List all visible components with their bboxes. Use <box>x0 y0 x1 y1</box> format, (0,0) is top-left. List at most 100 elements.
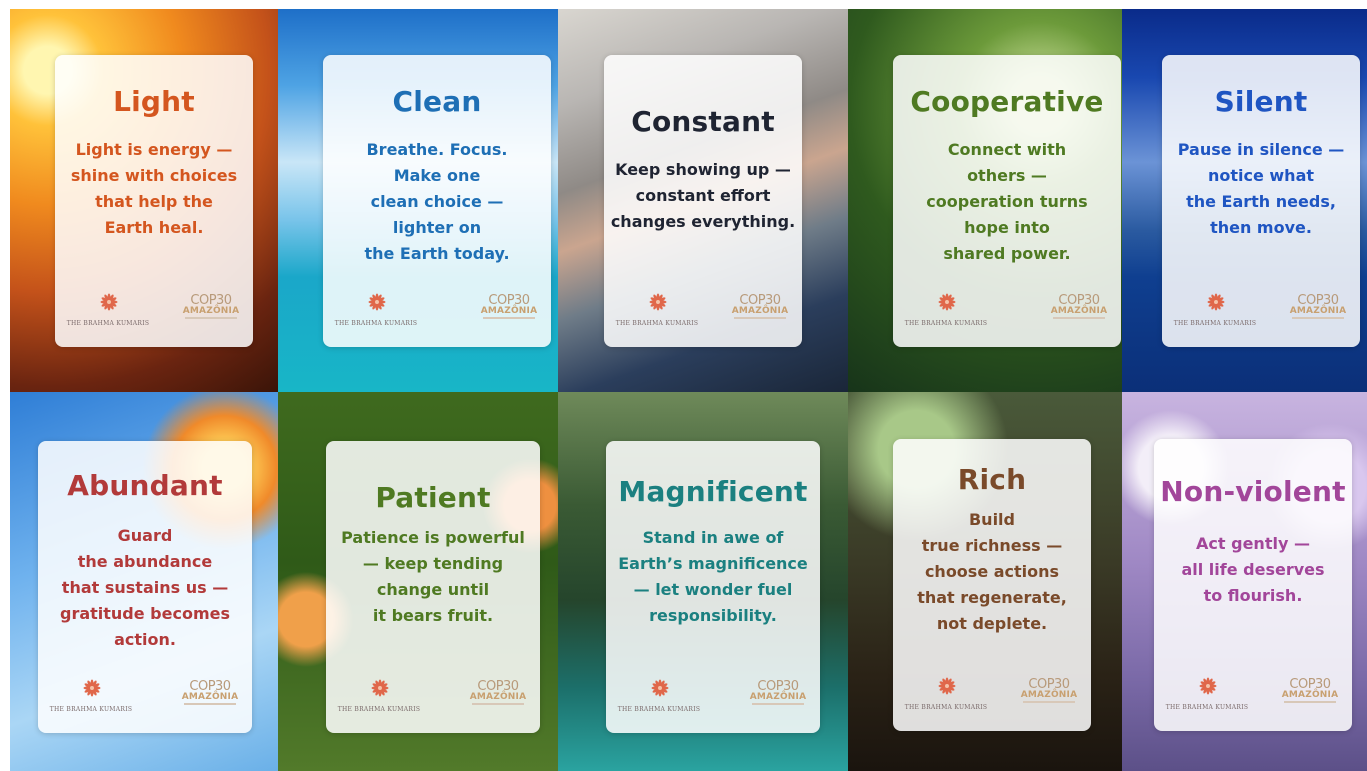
brahma-kumaris-text: THE BRAHMA KUMARIS <box>904 704 988 711</box>
value-card: Clean Breathe. Focus. Make one clean choice… <box>323 55 551 347</box>
cop30-logo: COP30 AMAZÔNIA <box>1049 293 1109 323</box>
value-card: Non-violent Act gently — all life deserves… <box>1154 439 1352 731</box>
cop30-underline <box>184 703 236 705</box>
value-card: Light Light is energy — shine with choices… <box>55 55 253 347</box>
value-card: Rich Build true richness — choose actions th… <box>893 439 1091 731</box>
cop30-logo: COP30 AMAZÔNIA <box>1288 293 1348 323</box>
card-title: Light <box>113 85 195 118</box>
brahma-kumaris-logo: THE BRAHMA KUMARIS <box>1164 677 1250 711</box>
cop30-logo: COP30 AMAZÔNIA <box>181 293 241 323</box>
message-line: Pause in silence — <box>1177 140 1345 159</box>
message-line: changes everything. <box>610 212 796 231</box>
message-line: true richness — <box>921 536 1063 555</box>
cop30-underline <box>1023 701 1075 703</box>
brahma-kumaris-logo: THE BRAHMA KUMARIS <box>614 293 700 327</box>
cop30-underline <box>1284 701 1336 703</box>
message-line: it bears fruit. <box>372 606 494 625</box>
card-title: Cooperative <box>910 85 1104 118</box>
card-footer: THE BRAHMA KUMARIS COP30 AMAZÔNIA <box>326 679 540 713</box>
card-message: Act gently — all life deserves to flourish… <box>1154 531 1352 609</box>
brahma-kumaris-text: THE BRAHMA KUMARIS <box>1173 320 1257 327</box>
message-line: that help the <box>95 192 213 211</box>
lotus-flower-icon <box>368 293 386 311</box>
amazonia-text: AMAZÔNIA <box>1281 690 1339 700</box>
card-message: Stand in awe of Earth’s magnificence — let… <box>606 525 820 629</box>
cop30-logo: COP30 AMAZÔNIA <box>1019 677 1079 707</box>
lotus-flower-icon <box>938 293 956 311</box>
message-line: notice what <box>1207 166 1315 185</box>
brahma-kumaris-text: THE BRAHMA KUMARIS <box>904 320 988 327</box>
message-line: Act gently — <box>1196 534 1310 553</box>
message-line: responsibility. <box>649 606 777 625</box>
card-footer: THE BRAHMA KUMARIS COP30 AMAZÔNIA <box>1154 677 1352 711</box>
card-message: Pause in silence — notice what the Earth n… <box>1162 137 1360 241</box>
card-message: Connect with others — cooperation turns hop… <box>893 137 1121 267</box>
brahma-kumaris-text: THE BRAHMA KUMARIS <box>1165 704 1249 711</box>
message-line: the Earth needs, <box>1186 192 1336 211</box>
message-line: then move. <box>1210 218 1312 237</box>
card-footer: THE BRAHMA KUMARIS COP30 AMAZÔNIA <box>38 679 252 713</box>
tile-clean: Clean Breathe. Focus. Make one clean choice… <box>278 9 558 392</box>
value-card: Silent Pause in silence — notice what the E… <box>1162 55 1360 347</box>
message-line: action. <box>114 630 176 649</box>
brahma-kumaris-logo: THE BRAHMA KUMARIS <box>333 293 419 327</box>
card-footer: THE BRAHMA KUMARIS COP30 AMAZÔNIA <box>323 293 551 327</box>
card-message: Breathe. Focus. Make one clean choice — lig… <box>323 137 551 267</box>
amazonia-text: AMAZÔNIA <box>469 692 527 702</box>
lotus-flower-icon <box>649 293 667 311</box>
amazonia-text: AMAZÔNIA <box>1020 690 1078 700</box>
brahma-kumaris-text: THE BRAHMA KUMARIS <box>66 320 150 327</box>
message-line: to flourish. <box>1203 586 1303 605</box>
card-title: Abundant <box>67 469 223 502</box>
card-title: Constant <box>631 105 775 138</box>
cop30-logo: COP30 AMAZÔNIA <box>468 679 528 709</box>
tile-rich: Rich Build true richness — choose actions th… <box>848 392 1122 771</box>
message-line: the abundance <box>77 552 213 571</box>
tile-patient: Patient Patience is powerful — keep tendin… <box>278 392 558 771</box>
cop30-underline <box>483 317 535 319</box>
message-line: gratitude becomes <box>59 604 230 623</box>
message-line: that regenerate, <box>917 588 1067 607</box>
message-line: Stand in awe of <box>642 528 784 547</box>
cop30-logo: COP30 AMAZÔNIA <box>180 679 240 709</box>
message-line: change until <box>376 580 490 599</box>
lotus-flower-icon <box>371 679 389 697</box>
message-line: — keep tending <box>362 554 504 573</box>
tile-magnificent: Magnificent Stand in awe of Earth’s magnif… <box>558 392 848 771</box>
amazonia-text: AMAZÔNIA <box>731 306 789 316</box>
message-line: Guard <box>117 526 173 545</box>
cop30-underline <box>1292 317 1344 319</box>
cop30-underline <box>185 317 237 319</box>
cop30-logo: COP30 AMAZÔNIA <box>748 679 808 709</box>
card-footer: THE BRAHMA KUMARIS COP30 AMAZÔNIA <box>604 293 802 327</box>
brahma-kumaris-logo: THE BRAHMA KUMARIS <box>1172 293 1258 327</box>
value-card: Abundant Guard the abundance that sustains … <box>38 441 252 733</box>
brahma-kumaris-logo: THE BRAHMA KUMARIS <box>48 679 134 713</box>
card-footer: THE BRAHMA KUMARIS COP30 AMAZÔNIA <box>606 679 820 713</box>
lotus-flower-icon <box>1199 677 1217 695</box>
value-card: Cooperative Connect with others — cooperati… <box>893 55 1121 347</box>
card-message: Build true richness — choose actions that r… <box>893 507 1091 637</box>
value-card: Patient Patience is powerful — keep tendin… <box>326 441 540 733</box>
message-line: all life deserves <box>1181 560 1325 579</box>
message-line: that sustains us — <box>61 578 229 597</box>
tile-light: Light Light is energy — shine with choices… <box>10 9 278 392</box>
lotus-flower-icon <box>1207 293 1225 311</box>
message-line: constant effort <box>635 186 771 205</box>
brahma-kumaris-text: THE BRAHMA KUMARIS <box>617 706 701 713</box>
cop30-underline <box>472 703 524 705</box>
message-line: Connect with <box>947 140 1067 159</box>
cop30-logo: COP30 AMAZÔNIA <box>1280 677 1340 707</box>
tile-constant: Constant Keep showing up — constant effort… <box>558 9 848 392</box>
cop30-underline <box>752 703 804 705</box>
cop30-underline <box>1053 317 1105 319</box>
message-line: others — <box>967 166 1047 185</box>
message-line: Make one <box>393 166 481 185</box>
tile-silent: Silent Pause in silence — notice what the E… <box>1122 9 1367 392</box>
tile-cooperative: Cooperative Connect with others — cooperati… <box>848 9 1122 392</box>
message-line: not deplete. <box>936 614 1048 633</box>
card-footer: THE BRAHMA KUMARIS COP30 AMAZÔNIA <box>1162 293 1360 327</box>
message-line: shared power. <box>943 244 1071 263</box>
message-line: lighter on <box>392 218 482 237</box>
brahma-kumaris-logo: THE BRAHMA KUMARIS <box>903 293 989 327</box>
